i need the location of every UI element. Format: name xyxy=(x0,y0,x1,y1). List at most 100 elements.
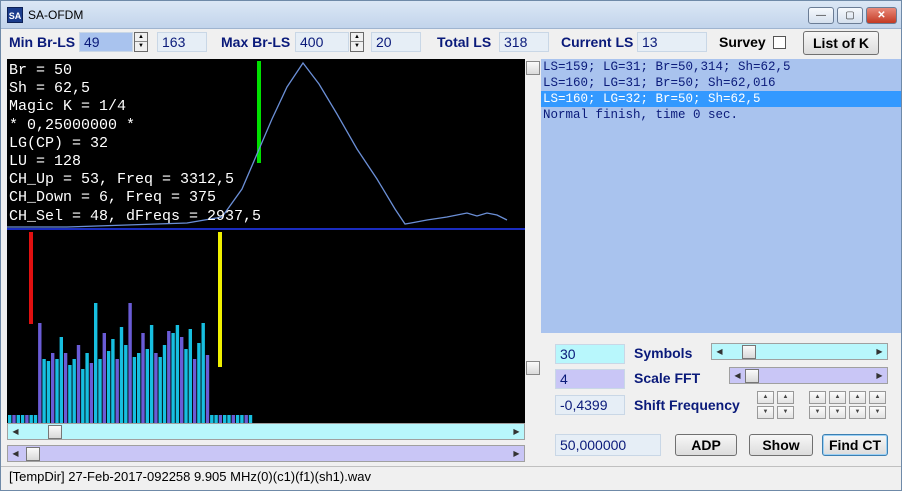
spectrum-bar xyxy=(171,333,175,423)
spectrum-bar xyxy=(59,337,63,423)
spectrum-bar xyxy=(128,303,132,423)
app-icon: SA xyxy=(7,7,23,23)
log-line[interactable]: LS=159; LG=31; Br=50,314; Sh=62,5 xyxy=(541,59,901,75)
spectrum-bar xyxy=(218,415,223,423)
spectrum-bar xyxy=(8,415,12,423)
shift-stepper-3[interactable]: ▲ ▼ xyxy=(809,391,826,419)
min-br-ls-input[interactable]: 49 xyxy=(79,32,133,52)
shift-stepper-2[interactable]: ▲ ▼ xyxy=(777,391,794,419)
spectrum-bar xyxy=(180,337,184,423)
close-button[interactable]: ✕ xyxy=(866,7,897,24)
down-arrow-icon[interactable]: ▼ xyxy=(777,406,794,419)
time-scrollbar[interactable]: ◀ ▶ xyxy=(7,445,525,462)
max-br-ls-spinner[interactable]: ▲ ▼ xyxy=(350,32,364,52)
info-line: * 0,25000000 * xyxy=(9,116,136,134)
up-arrow-icon[interactable]: ▲ xyxy=(757,391,774,404)
spectrum-bar xyxy=(240,415,244,423)
up-arrow-icon[interactable]: ▲ xyxy=(777,391,794,404)
scroll-thumb[interactable] xyxy=(48,425,62,439)
scroll-right-icon[interactable]: ▶ xyxy=(509,446,524,461)
scroll-left-icon[interactable]: ◀ xyxy=(730,368,745,383)
spectrum-bar xyxy=(167,331,171,423)
scroll-left-icon[interactable]: ◀ xyxy=(712,344,727,359)
symbols-thumb[interactable] xyxy=(742,345,756,359)
spectrum-bar xyxy=(210,415,214,423)
maximize-button[interactable]: ▢ xyxy=(837,7,863,24)
spectrum-bar xyxy=(214,415,218,423)
min-br-ls-readout: 163 xyxy=(157,32,207,52)
spin-down-icon[interactable]: ▼ xyxy=(135,42,147,51)
total-ls-value: 318 xyxy=(499,32,549,52)
scroll-thumb[interactable] xyxy=(26,447,40,461)
spectrum-bar xyxy=(16,415,20,423)
scale-fft-label: Scale FFT xyxy=(634,370,701,386)
slider-handle[interactable] xyxy=(526,361,540,375)
scale-fft-slider[interactable]: ◀ ▶ xyxy=(729,367,888,384)
scroll-left-icon[interactable]: ◀ xyxy=(8,424,23,439)
down-arrow-icon[interactable]: ▼ xyxy=(849,406,866,419)
spectrum-bar xyxy=(85,353,89,423)
scroll-right-icon[interactable]: ▶ xyxy=(872,344,887,359)
min-br-ls-spinner[interactable]: ▲ ▼ xyxy=(134,32,148,52)
down-arrow-icon[interactable]: ▼ xyxy=(809,406,826,419)
spectrum-bar xyxy=(102,333,106,423)
shift-stepper-6[interactable]: ▲ ▼ xyxy=(869,391,886,419)
log-line[interactable]: LS=160; LG=31; Br=50; Sh=62,016 xyxy=(541,75,901,91)
shift-frequency-input[interactable]: -0,4399 xyxy=(555,395,625,415)
scroll-left-icon[interactable]: ◀ xyxy=(8,446,23,461)
spectrum-bar xyxy=(158,357,162,423)
spectrum-bar xyxy=(94,303,98,423)
spin-up-icon[interactable]: ▲ xyxy=(351,33,363,42)
spectrum-bar xyxy=(42,359,46,423)
channel-up-marker xyxy=(218,232,222,367)
shift-stepper-1[interactable]: ▲ ▼ xyxy=(757,391,774,419)
down-arrow-icon[interactable]: ▼ xyxy=(869,406,886,419)
spectrum-bar xyxy=(33,415,38,423)
shift-stepper-4[interactable]: ▲ ▼ xyxy=(829,391,846,419)
spectrum-bar xyxy=(231,415,235,423)
log-line-selected[interactable]: LS=160; LG=32; Br=50; Sh=62,5 xyxy=(541,91,901,107)
spectrum-bar xyxy=(175,325,180,423)
scroll-right-icon[interactable]: ▶ xyxy=(872,368,887,383)
adp-button[interactable]: ADP xyxy=(675,434,737,456)
up-arrow-icon[interactable]: ▲ xyxy=(869,391,886,404)
spectrum-bar xyxy=(20,415,25,423)
spectrum-bar xyxy=(119,327,124,423)
scale-fft-input[interactable]: 4 xyxy=(555,369,625,389)
up-arrow-icon[interactable]: ▲ xyxy=(829,391,846,404)
spectrum-bar xyxy=(25,415,29,423)
down-arrow-icon[interactable]: ▼ xyxy=(757,406,774,419)
spin-down-icon[interactable]: ▼ xyxy=(351,42,363,51)
up-arrow-icon[interactable]: ▲ xyxy=(849,391,866,404)
survey-checkbox[interactable] xyxy=(773,36,786,49)
symbols-input[interactable]: 30 xyxy=(555,344,625,364)
info-line: Sh = 62,5 xyxy=(9,80,91,98)
spectrum-bar xyxy=(137,353,141,423)
spectrum-bar xyxy=(223,415,227,423)
spectrum-bar xyxy=(188,329,192,423)
spectrum-bar xyxy=(184,349,188,423)
list-of-k-button[interactable]: List of K xyxy=(803,31,879,55)
spectrum-bar xyxy=(227,415,231,423)
spin-up-icon[interactable]: ▲ xyxy=(135,33,147,42)
show-button[interactable]: Show xyxy=(749,434,813,456)
up-arrow-icon[interactable]: ▲ xyxy=(809,391,826,404)
scale-fft-thumb[interactable] xyxy=(745,369,759,383)
shift-stepper-5[interactable]: ▲ ▼ xyxy=(849,391,866,419)
down-arrow-icon[interactable]: ▼ xyxy=(829,406,846,419)
slider-top-handle[interactable] xyxy=(526,61,540,75)
max-br-ls-input[interactable]: 400 xyxy=(295,32,349,52)
log-line[interactable]: Normal finish, time 0 sec. xyxy=(541,107,901,123)
frequency-input[interactable]: 50,000000 xyxy=(555,434,661,456)
slider-spacer xyxy=(711,367,728,384)
spectrum-bars xyxy=(8,303,253,423)
scroll-right-icon[interactable]: ▶ xyxy=(509,424,524,439)
find-ct-button[interactable]: Find CT xyxy=(822,434,888,456)
minimize-button[interactable]: — xyxy=(808,7,834,24)
spectrum-bar xyxy=(38,323,42,423)
max-br-ls-readout: 20 xyxy=(371,32,421,52)
plot-scrollbar[interactable]: ◀ ▶ xyxy=(7,423,525,440)
spectrum-bar xyxy=(98,359,102,423)
symbols-slider[interactable]: ◀ ▶ xyxy=(711,343,888,360)
result-log[interactable]: LS=159; LG=31; Br=50,314; Sh=62,5 LS=160… xyxy=(541,59,901,333)
